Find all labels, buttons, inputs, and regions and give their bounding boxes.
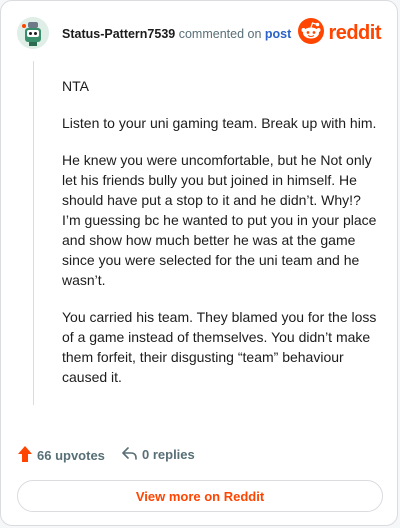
reddit-snoo-icon — [298, 17, 325, 49]
comment-paragraph: Listen to your uni gaming team. Break up… — [62, 115, 377, 131]
comment-paragraph: He knew you were uncomfortable, but he N… — [62, 152, 377, 288]
upvotes-count: 66 upvotes — [37, 448, 105, 463]
commented-on-text: commented on — [178, 27, 262, 41]
comment-card: Status-Pattern7539 commented on post red… — [0, 0, 398, 526]
comment-body: NTA Listen to your uni gaming team. Brea… — [62, 76, 377, 404]
avatar[interactable] — [17, 17, 49, 49]
replies-button[interactable]: 0 replies — [121, 445, 195, 464]
comment-meta: Status-Pattern7539 commented on post — [62, 26, 291, 42]
thread-line — [33, 61, 34, 405]
username-link[interactable]: Status-Pattern7539 — [62, 27, 175, 41]
upvote-arrow-icon — [17, 445, 33, 466]
reply-arrow-icon — [121, 445, 138, 464]
comment-paragraph: NTA — [62, 78, 89, 94]
post-link[interactable]: post — [265, 27, 291, 41]
upvotes-button[interactable]: 66 upvotes — [17, 445, 105, 466]
replies-count: 0 replies — [142, 447, 195, 462]
view-more-button[interactable]: View more on Reddit — [17, 480, 383, 512]
reddit-logo[interactable]: reddit — [298, 17, 381, 49]
reddit-wordmark: reddit — [328, 21, 381, 44]
comment-header: Status-Pattern7539 commented on post red… — [17, 17, 381, 51]
comment-paragraph: You carried his team. They blamed you fo… — [62, 309, 377, 385]
